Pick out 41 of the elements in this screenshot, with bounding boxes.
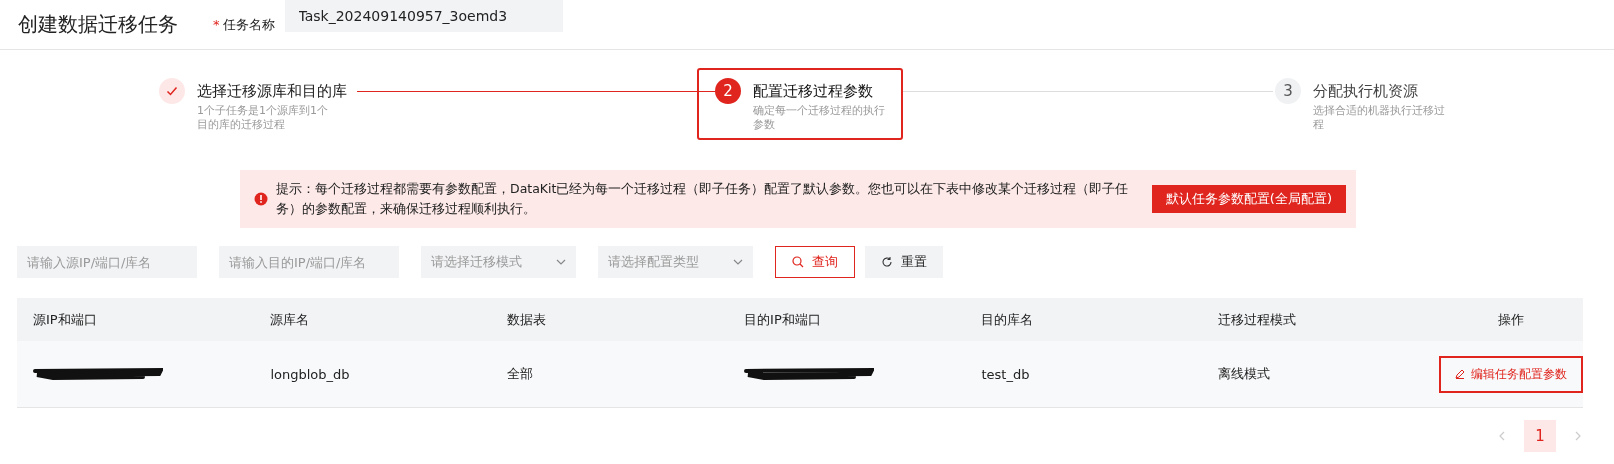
- step-description: 1个子任务是1个源库到1个目的库的迁移过程: [197, 104, 329, 132]
- search-field[interactable]: 请输入源IP/端口/库名: [17, 246, 197, 278]
- page-title: 创建数据迁移任务: [18, 11, 178, 38]
- select-field[interactable]: 请选择迁移模式: [421, 246, 576, 278]
- step-number: 2: [715, 78, 741, 104]
- search-button[interactable]: 查询: [775, 246, 855, 278]
- column-header: 源IP和端口: [17, 298, 255, 341]
- step-number: 3: [1275, 78, 1301, 104]
- step-description: 选择合适的机器执行迁移过程: [1313, 104, 1446, 132]
- field-label: 任务名称: [222, 15, 275, 34]
- table-cell: 全部: [507, 366, 534, 381]
- table-cell: test_db: [981, 366, 1030, 382]
- step-description: 确定每一个迁移过程的执行参数: [753, 104, 886, 132]
- info-icon: [254, 192, 268, 206]
- step-title: 选择迁移源库和目的库: [197, 81, 347, 101]
- refresh-icon: [881, 256, 893, 268]
- chevron-down-icon: [556, 259, 566, 265]
- column-header: 源库名: [254, 298, 492, 341]
- search-field[interactable]: 请输入目的IP/端口/库名: [219, 246, 399, 278]
- default-config-button[interactable]: 默认任务参数配置(全局配置): [1151, 185, 1346, 213]
- step-title: 分配执行机资源: [1313, 81, 1418, 101]
- column-header: 目的库名: [965, 298, 1203, 341]
- search-icon: [792, 256, 804, 268]
- select-field[interactable]: 请选择配置类型: [598, 246, 753, 278]
- table-cell: longblob_db: [270, 366, 350, 382]
- required-mark: *: [213, 17, 220, 32]
- step-title: 配置迁移过程参数: [753, 81, 873, 101]
- next-page-icon[interactable]: [1574, 431, 1582, 441]
- pencil-icon: [1455, 369, 1465, 379]
- reset-button[interactable]: 重置: [865, 246, 943, 278]
- edit-link[interactable]: 编辑任务配置参数: [1439, 355, 1583, 393]
- page-button[interactable]: 1: [1524, 420, 1556, 452]
- alert-text: 提示：每个迁移过程都需要有参数配置，DataKit已经为每一个迁移过程（即子任务）配置了默认参数。您也可以在下表中修改某个迁移过程（即子任务）的参数配置，来确保迁移过程顺利执行。: [276, 180, 1130, 218]
- column-header: 数据表: [491, 298, 729, 341]
- column-header: 目的IP和端口: [728, 298, 966, 341]
- chevron-down-icon: [733, 259, 743, 265]
- column-header: 操作: [1439, 298, 1583, 341]
- task-name-field[interactable]: Task_202409140957_3oemd3: [284, 0, 563, 32]
- table-cell: 离线模式: [1218, 366, 1271, 381]
- previous-page-icon[interactable]: [1498, 431, 1506, 441]
- column-header: 迁移过程模式: [1202, 298, 1439, 341]
